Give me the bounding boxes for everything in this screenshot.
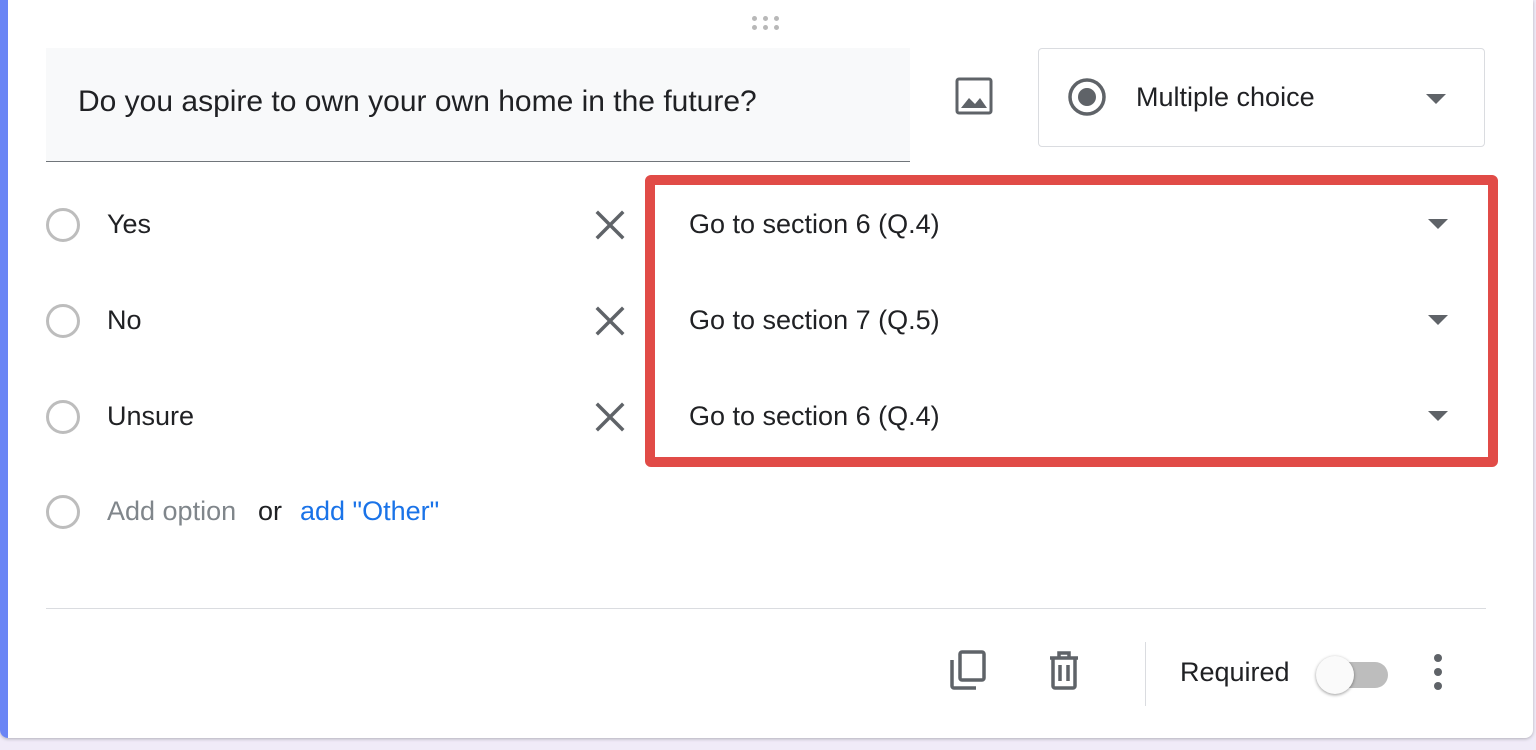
add-option-row: Add option or add "Other" xyxy=(0,484,640,544)
close-icon[interactable] xyxy=(590,205,630,245)
option-row-unsure: Unsure xyxy=(0,389,640,449)
option-row-no: No xyxy=(0,293,640,353)
radio-circle-icon xyxy=(46,304,80,338)
card-accent-bar xyxy=(0,0,8,738)
close-icon[interactable] xyxy=(590,397,630,437)
add-image-button[interactable] xyxy=(950,72,998,120)
option-label[interactable]: Yes xyxy=(107,209,151,240)
question-type-dropdown[interactable]: Multiple choice xyxy=(1038,48,1485,147)
image-icon xyxy=(955,77,993,115)
question-title-text: Do you aspire to own your own home in th… xyxy=(78,85,757,118)
add-option-button[interactable]: Add option xyxy=(107,496,236,527)
question-type-label: Multiple choice xyxy=(1136,82,1315,112)
question-card: Do you aspire to own your own home in th… xyxy=(0,0,1533,738)
option-label[interactable]: Unsure xyxy=(107,401,194,432)
required-label: Required xyxy=(1180,657,1290,687)
chevron-down-icon xyxy=(1426,94,1446,104)
option-row-yes: Yes xyxy=(0,197,640,257)
or-text: or xyxy=(258,496,283,526)
required-toggle[interactable] xyxy=(1314,652,1392,696)
duplicate-icon[interactable] xyxy=(944,646,992,694)
more-vert-icon[interactable] xyxy=(1418,648,1458,696)
footer-vertical-divider xyxy=(1145,642,1146,706)
radio-circle-icon xyxy=(46,495,80,529)
question-title-field[interactable]: Do you aspire to own your own home in th… xyxy=(46,48,910,162)
drag-handle-icon[interactable] xyxy=(752,14,782,34)
radio-circle-icon xyxy=(46,400,80,434)
toggle-thumb xyxy=(1316,656,1354,694)
delete-icon[interactable] xyxy=(1040,646,1088,694)
highlight-annotation-box xyxy=(645,175,1498,467)
footer-divider xyxy=(46,608,1486,609)
radio-button-icon xyxy=(1068,78,1106,116)
add-other-link[interactable]: add "Other" xyxy=(300,496,439,527)
option-label[interactable]: No xyxy=(107,305,142,336)
close-icon[interactable] xyxy=(590,301,630,341)
radio-circle-icon xyxy=(46,208,80,242)
